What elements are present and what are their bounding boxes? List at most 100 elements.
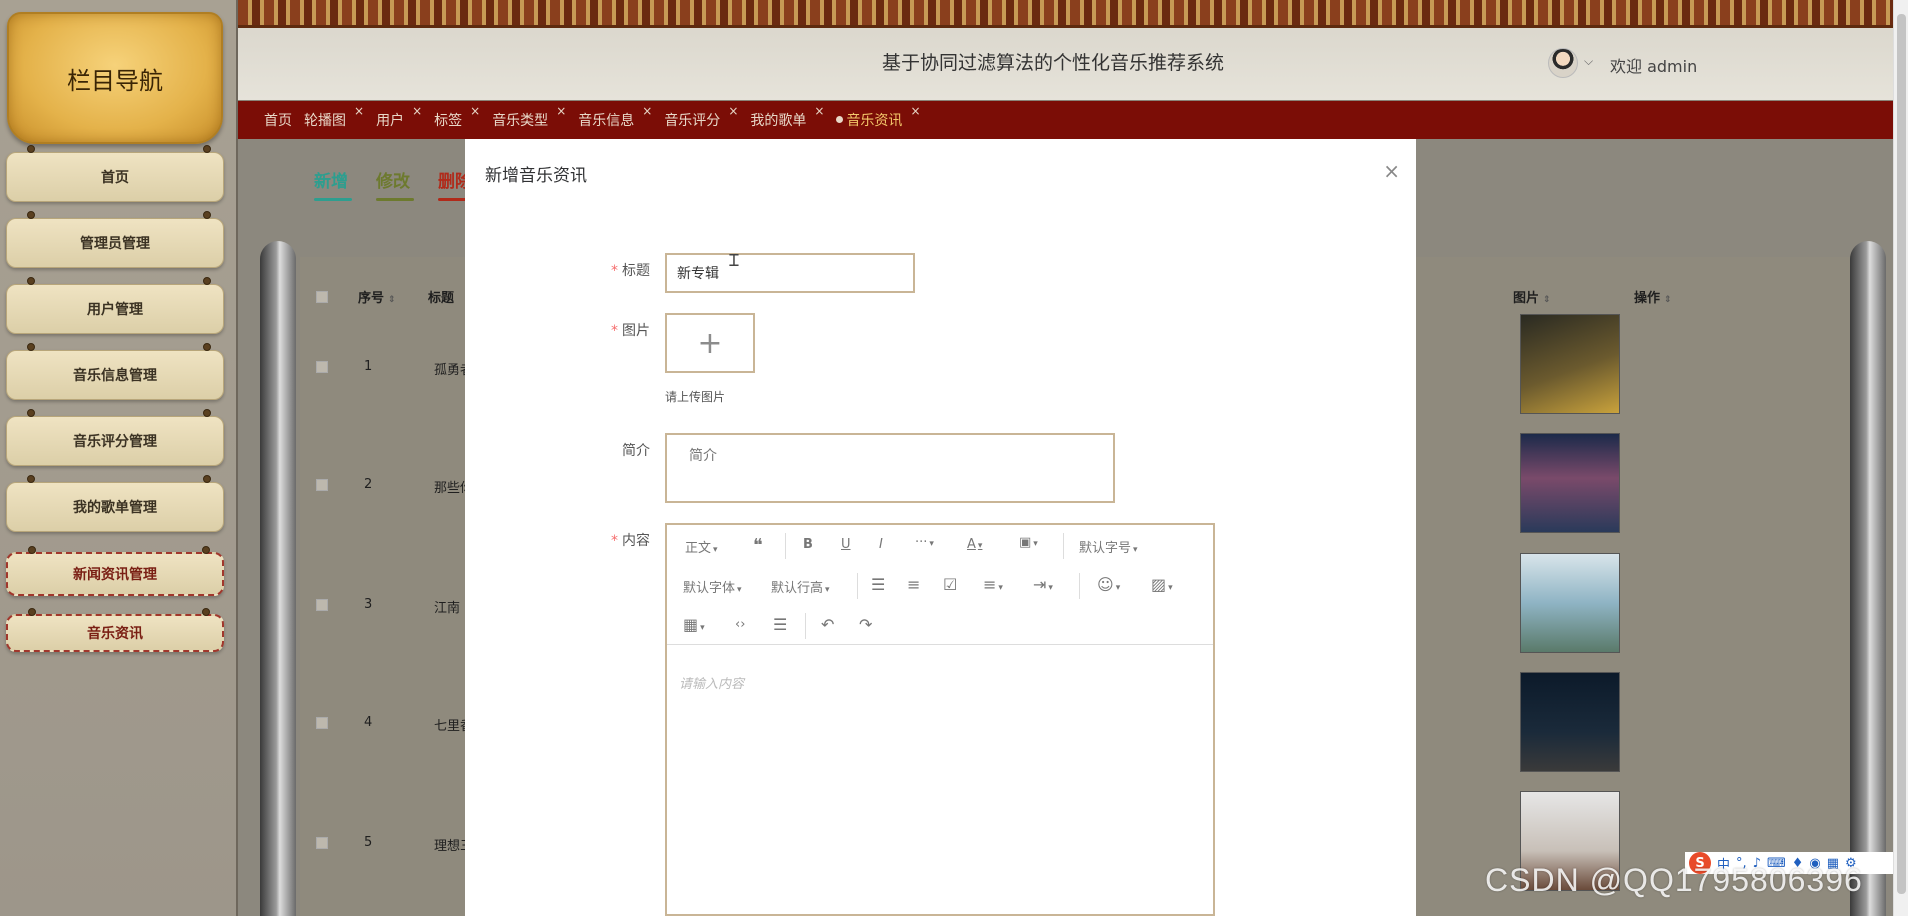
row-checkbox[interactable] xyxy=(316,479,328,491)
close-icon[interactable]: × xyxy=(412,104,422,118)
indent-icon[interactable]: ⇥ ▾ xyxy=(1033,575,1053,594)
code-icon[interactable]: ‹› xyxy=(735,617,745,632)
font-size-select[interactable]: 默认字号 ▾ xyxy=(1079,537,1138,556)
redo-icon[interactable]: ↷ xyxy=(859,615,872,634)
bullet-list-icon[interactable]: ☰ xyxy=(871,575,885,594)
tab-music-info[interactable]: 音乐信息 × xyxy=(578,104,652,130)
row-checkbox[interactable] xyxy=(316,837,328,849)
chevron-down-icon: ▾ xyxy=(998,583,1003,593)
select-label: 正文 xyxy=(685,541,712,556)
editor-content-area[interactable]: 请输入内容 xyxy=(679,673,744,692)
row-index: 5 xyxy=(364,835,373,850)
album-cover-image xyxy=(1520,314,1620,414)
select-label: 默认字号 xyxy=(1079,541,1132,556)
font-color-icon[interactable]: A ▾ xyxy=(967,537,982,552)
scroll-thumb[interactable] xyxy=(1897,14,1906,894)
close-icon[interactable]: × xyxy=(556,104,566,118)
underline-icon[interactable]: U xyxy=(841,537,851,552)
chevron-down-icon: ▾ xyxy=(1133,545,1138,555)
sidebar-item-music-rating[interactable]: 音乐评分管理 xyxy=(6,409,224,466)
tab-my-playlist[interactable]: 我的歌单 × xyxy=(750,104,824,130)
chevron-down-icon[interactable]: ⌵ xyxy=(1584,54,1593,69)
column-header-title[interactable]: 标题 xyxy=(428,287,454,306)
row-index: 2 xyxy=(364,477,373,492)
close-icon[interactable]: × xyxy=(910,104,920,118)
todo-list-icon[interactable]: ☑ xyxy=(943,575,957,594)
font-family-select[interactable]: 默认字体 ▾ xyxy=(683,577,742,596)
right-pillar-decoration xyxy=(1850,241,1886,916)
tab-label: 音乐评分 xyxy=(664,113,721,129)
album-cover-image xyxy=(1520,433,1620,533)
sidebar-item-home[interactable]: 首页 xyxy=(6,145,224,202)
sidebar-item-admin[interactable]: 管理员管理 xyxy=(6,211,224,268)
tab-label: 音乐信息 xyxy=(578,113,635,129)
upload-hint: 请上传图片 xyxy=(665,390,726,404)
table-icon[interactable]: ▦ ▾ xyxy=(683,615,705,634)
line-height-select[interactable]: 默认行高 ▾ xyxy=(771,577,830,596)
tab-tag[interactable]: 标签 × xyxy=(434,104,480,130)
align-icon[interactable]: ≡ ▾ xyxy=(983,575,1003,594)
close-icon[interactable]: × xyxy=(728,104,738,118)
sidebar-item-my-playlist[interactable]: 我的歌单管理 xyxy=(6,475,224,532)
chevron-down-icon: ▾ xyxy=(825,585,830,595)
close-icon[interactable]: × xyxy=(1383,159,1400,183)
row-index: 3 xyxy=(364,597,373,612)
chevron-down-icon: ▾ xyxy=(977,541,983,551)
image-upload-button[interactable]: + xyxy=(665,313,755,373)
tab-music-news[interactable]: 音乐资讯 × xyxy=(836,104,921,130)
tab-music-rating[interactable]: 音乐评分 × xyxy=(664,104,738,130)
paragraph-select[interactable]: 正文 ▾ xyxy=(685,537,718,556)
sidebar-item-users[interactable]: 用户管理 xyxy=(6,277,224,334)
quote-icon[interactable]: ❝ xyxy=(753,535,763,556)
more-icon[interactable]: ··· ▾ xyxy=(915,535,934,550)
sort-icon[interactable]: ⇕ xyxy=(388,295,396,305)
rich-text-editor: 正文 ▾ ❝ B U I ··· ▾ A ▾ ▣ ▾ 默认字号 ▾ 默认字体 ▾ 默认行高 ▾… xyxy=(665,523,1215,916)
intro-textarea[interactable] xyxy=(665,433,1115,503)
sort-icon[interactable]: ⇕ xyxy=(1543,295,1551,305)
divider-line-icon[interactable]: ☰ xyxy=(773,615,787,634)
numbered-list-icon[interactable]: ≡ xyxy=(907,575,920,594)
row-checkbox[interactable] xyxy=(316,599,328,611)
label-text: 内容 xyxy=(622,533,650,549)
tab-user[interactable]: 用户 × xyxy=(376,104,422,130)
divider xyxy=(785,533,786,559)
italic-icon[interactable]: I xyxy=(879,537,883,552)
undo-icon[interactable]: ↶ xyxy=(821,615,834,634)
column-header-index[interactable]: 序号 ⇕ xyxy=(358,287,396,306)
intro-label: 简介 xyxy=(570,440,650,460)
select-all-checkbox[interactable] xyxy=(316,291,328,303)
close-icon[interactable]: × xyxy=(814,104,824,118)
sort-icon[interactable]: ⇕ xyxy=(1664,295,1672,305)
image-label: * 图片 xyxy=(570,320,650,340)
close-icon[interactable]: × xyxy=(470,104,480,118)
tab-carousel[interactable]: 轮播图 × xyxy=(304,104,364,130)
row-checkbox[interactable] xyxy=(316,717,328,729)
sidebar-item-music-info[interactable]: 音乐信息管理 xyxy=(6,343,224,400)
avatar[interactable] xyxy=(1548,48,1578,78)
sidebar-subitem-music-news[interactable]: 音乐资讯 xyxy=(6,608,224,652)
editor-toolbar: 正文 ▾ ❝ B U I ··· ▾ A ▾ ▣ ▾ 默认字号 ▾ 默认字体 ▾ 默认行高 ▾… xyxy=(667,525,1213,645)
header-decoration xyxy=(238,0,1908,28)
edit-button[interactable]: 修改 xyxy=(376,167,414,201)
image-icon[interactable]: ▨ ▾ xyxy=(1151,575,1173,594)
add-button[interactable]: 新增 xyxy=(314,167,352,201)
title-input[interactable] xyxy=(665,253,915,293)
tab-music-type[interactable]: 音乐类型 × xyxy=(492,104,566,130)
close-icon[interactable]: × xyxy=(642,104,652,118)
tab-bar: 首页 轮播图 × 用户 × 标签 × 音乐类型 × 音乐信息 × 音乐评分 × 我的歌单 × … xyxy=(238,101,1893,139)
page-scrollbar[interactable] xyxy=(1893,0,1908,916)
watermark: CSDN @QQ1795806396 xyxy=(1485,862,1863,898)
select-label: 默认行高 xyxy=(771,581,824,596)
background-color-icon[interactable]: ▣ ▾ xyxy=(1019,535,1038,550)
chevron-down-icon: ▾ xyxy=(1048,583,1053,593)
tab-home[interactable]: 首页 xyxy=(264,110,292,130)
emoji-icon[interactable]: ☺ ▾ xyxy=(1097,575,1120,594)
column-header-image[interactable]: 图片 ⇕ xyxy=(1513,287,1551,306)
column-header-action[interactable]: 操作 ⇕ xyxy=(1634,287,1672,306)
label-text: 图片 xyxy=(622,323,650,339)
row-checkbox[interactable] xyxy=(316,361,328,373)
close-icon[interactable]: × xyxy=(354,104,364,118)
bold-icon[interactable]: B xyxy=(803,537,813,552)
sidebar: 栏目导航 首页 管理员管理 用户管理 音乐信息管理 音乐评分管理 我的歌单管理 … xyxy=(0,0,238,916)
sidebar-item-news[interactable]: 新闻资讯管理 xyxy=(6,546,224,596)
